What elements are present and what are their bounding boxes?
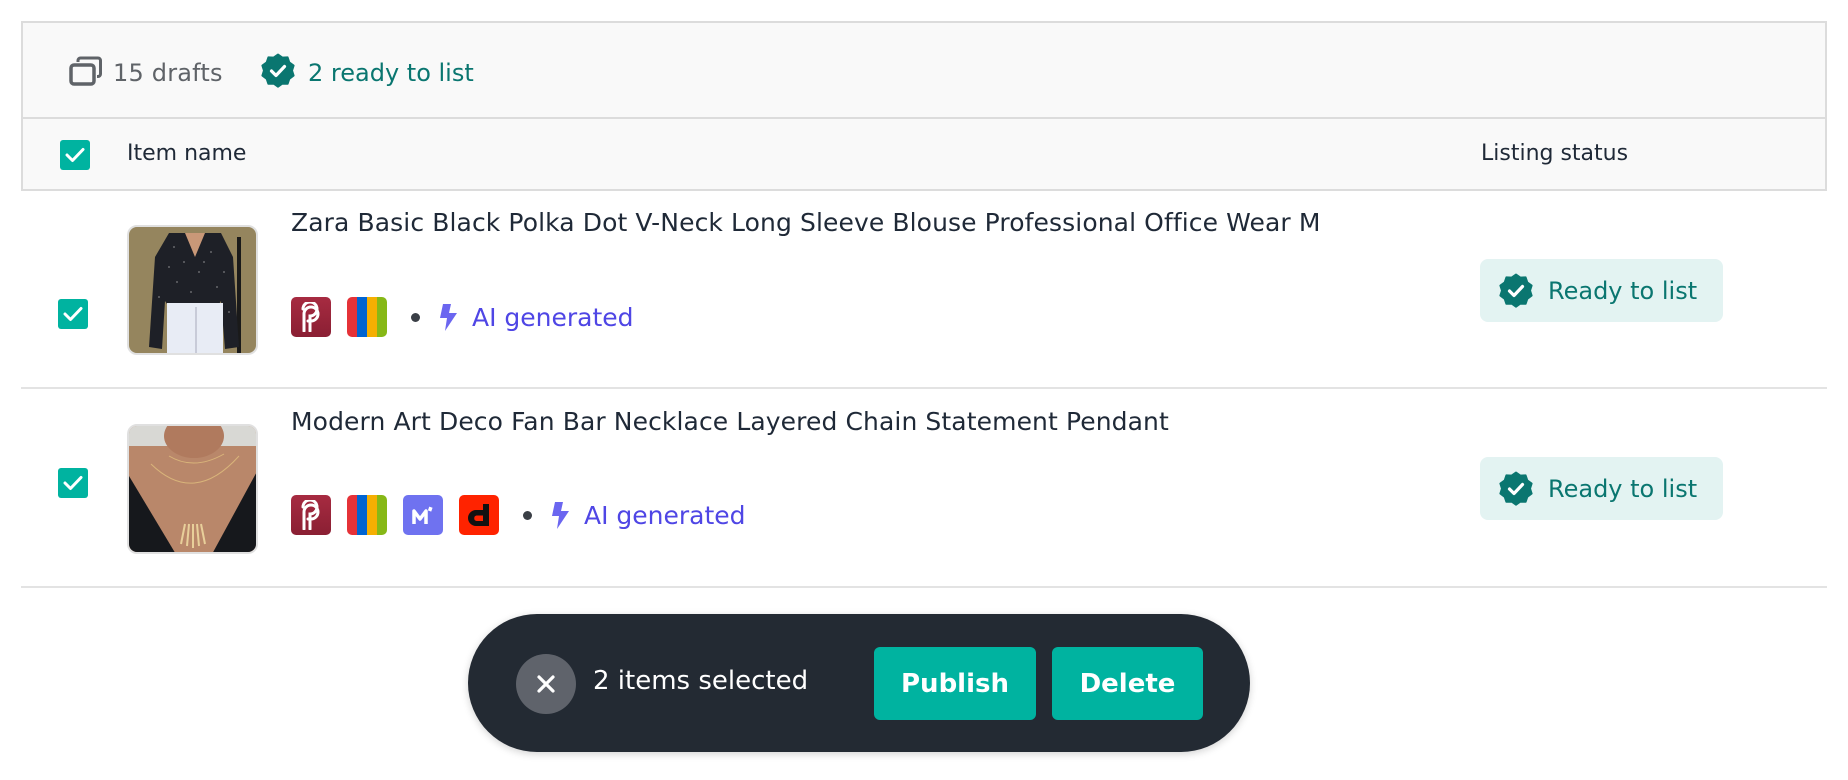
select-all-checkbox[interactable] xyxy=(60,140,90,170)
status-badge: Ready to list xyxy=(1480,457,1723,520)
ai-generated-tag: AI generated xyxy=(550,501,746,530)
checkmark-icon xyxy=(63,476,83,490)
poshmark-icon xyxy=(291,297,331,337)
lightning-bolt-icon xyxy=(552,501,569,529)
verified-badge-icon xyxy=(1499,273,1533,308)
separator-dot xyxy=(523,510,532,520)
drafts-count[interactable]: 15 drafts xyxy=(69,53,223,93)
table-row[interactable]: Modern Art Deco Fan Bar Necklace Layered… xyxy=(21,391,1827,588)
mercari-icon xyxy=(403,495,443,535)
item-thumbnail[interactable] xyxy=(127,225,258,355)
ebay-icon xyxy=(347,495,387,535)
ai-generated-tag: AI generated xyxy=(438,303,634,332)
column-listing-status[interactable]: Listing status xyxy=(1481,141,1628,166)
ai-generated-label: AI generated xyxy=(472,302,634,332)
checkmark-icon xyxy=(65,148,85,162)
item-title[interactable]: Zara Basic Black Polka Dot V-Neck Long S… xyxy=(291,208,1321,237)
column-item-name[interactable]: Item name xyxy=(127,141,246,166)
column-header-row: Item name Listing status xyxy=(23,119,1825,191)
selection-count: 2 items selected xyxy=(593,666,809,696)
item-thumbnail[interactable] xyxy=(127,424,258,554)
status-badge: Ready to list xyxy=(1480,259,1723,322)
item-meta: AI generated xyxy=(291,495,746,535)
ready-count-label: 2 ready to list xyxy=(308,59,474,87)
clear-selection-button[interactable] xyxy=(516,654,576,714)
drafts-table-header: 15 drafts 2 ready to list Item name List… xyxy=(21,21,1827,191)
item-meta: AI generated xyxy=(291,297,634,337)
summary-bar: 15 drafts 2 ready to list xyxy=(23,23,1825,119)
separator-dot xyxy=(411,312,420,322)
lightning-bolt-icon xyxy=(440,303,457,331)
verified-badge-icon xyxy=(260,53,296,93)
ready-count[interactable]: 2 ready to list xyxy=(260,53,474,93)
checkmark-icon xyxy=(63,307,83,321)
item-title[interactable]: Modern Art Deco Fan Bar Necklace Layered… xyxy=(291,407,1169,436)
drafts-stack-icon xyxy=(69,56,103,90)
status-label: Ready to list xyxy=(1548,474,1698,503)
table-row[interactable]: Zara Basic Black Polka Dot V-Neck Long S… xyxy=(21,192,1827,389)
delete-button[interactable]: Delete xyxy=(1052,647,1203,720)
drafts-count-label: 15 drafts xyxy=(113,59,223,87)
close-icon xyxy=(537,675,555,693)
poshmark-icon xyxy=(291,495,331,535)
verified-badge-icon xyxy=(1499,471,1533,506)
status-label: Ready to list xyxy=(1548,276,1698,305)
publish-button[interactable]: Publish xyxy=(874,647,1036,720)
row-checkbox[interactable] xyxy=(58,468,88,498)
necklace-photo xyxy=(129,426,256,552)
depop-icon xyxy=(459,495,499,535)
row-checkbox[interactable] xyxy=(58,299,88,329)
blouse-photo xyxy=(129,227,256,353)
bulk-action-bar: 2 items selected Publish Delete xyxy=(468,614,1250,752)
ebay-icon xyxy=(347,297,387,337)
ai-generated-label: AI generated xyxy=(584,500,746,530)
